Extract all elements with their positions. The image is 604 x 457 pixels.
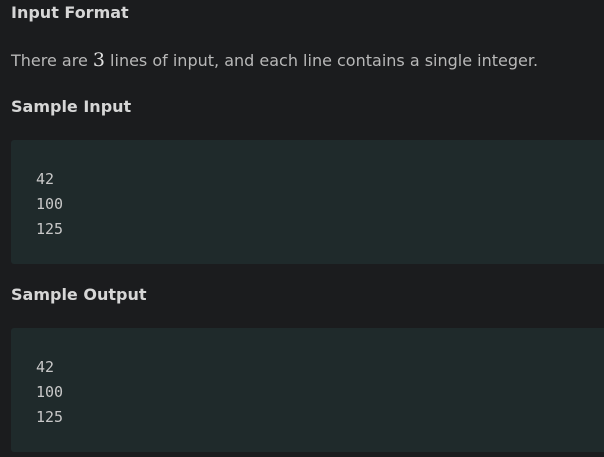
sample-output-code-block: 42 100 125 [11,328,604,452]
code-line: 125 [36,220,64,238]
input-format-heading: Input Format [11,3,129,22]
sample-input-code-block: 42 100 125 [11,140,604,264]
code-line: 100 [36,383,64,401]
code-line: 100 [36,195,64,213]
code-line: 42 [36,170,55,188]
sample-output-heading: Sample Output [11,285,147,304]
math-number: 3 [92,49,105,71]
code-line: 42 [36,358,55,376]
sample-input-heading: Sample Input [11,97,132,116]
input-format-description: There are 3 lines of input, and each lin… [11,49,538,71]
text: There are [11,51,93,70]
text: lines of input, and each line contains a… [104,51,539,70]
code-line: 125 [36,408,64,426]
